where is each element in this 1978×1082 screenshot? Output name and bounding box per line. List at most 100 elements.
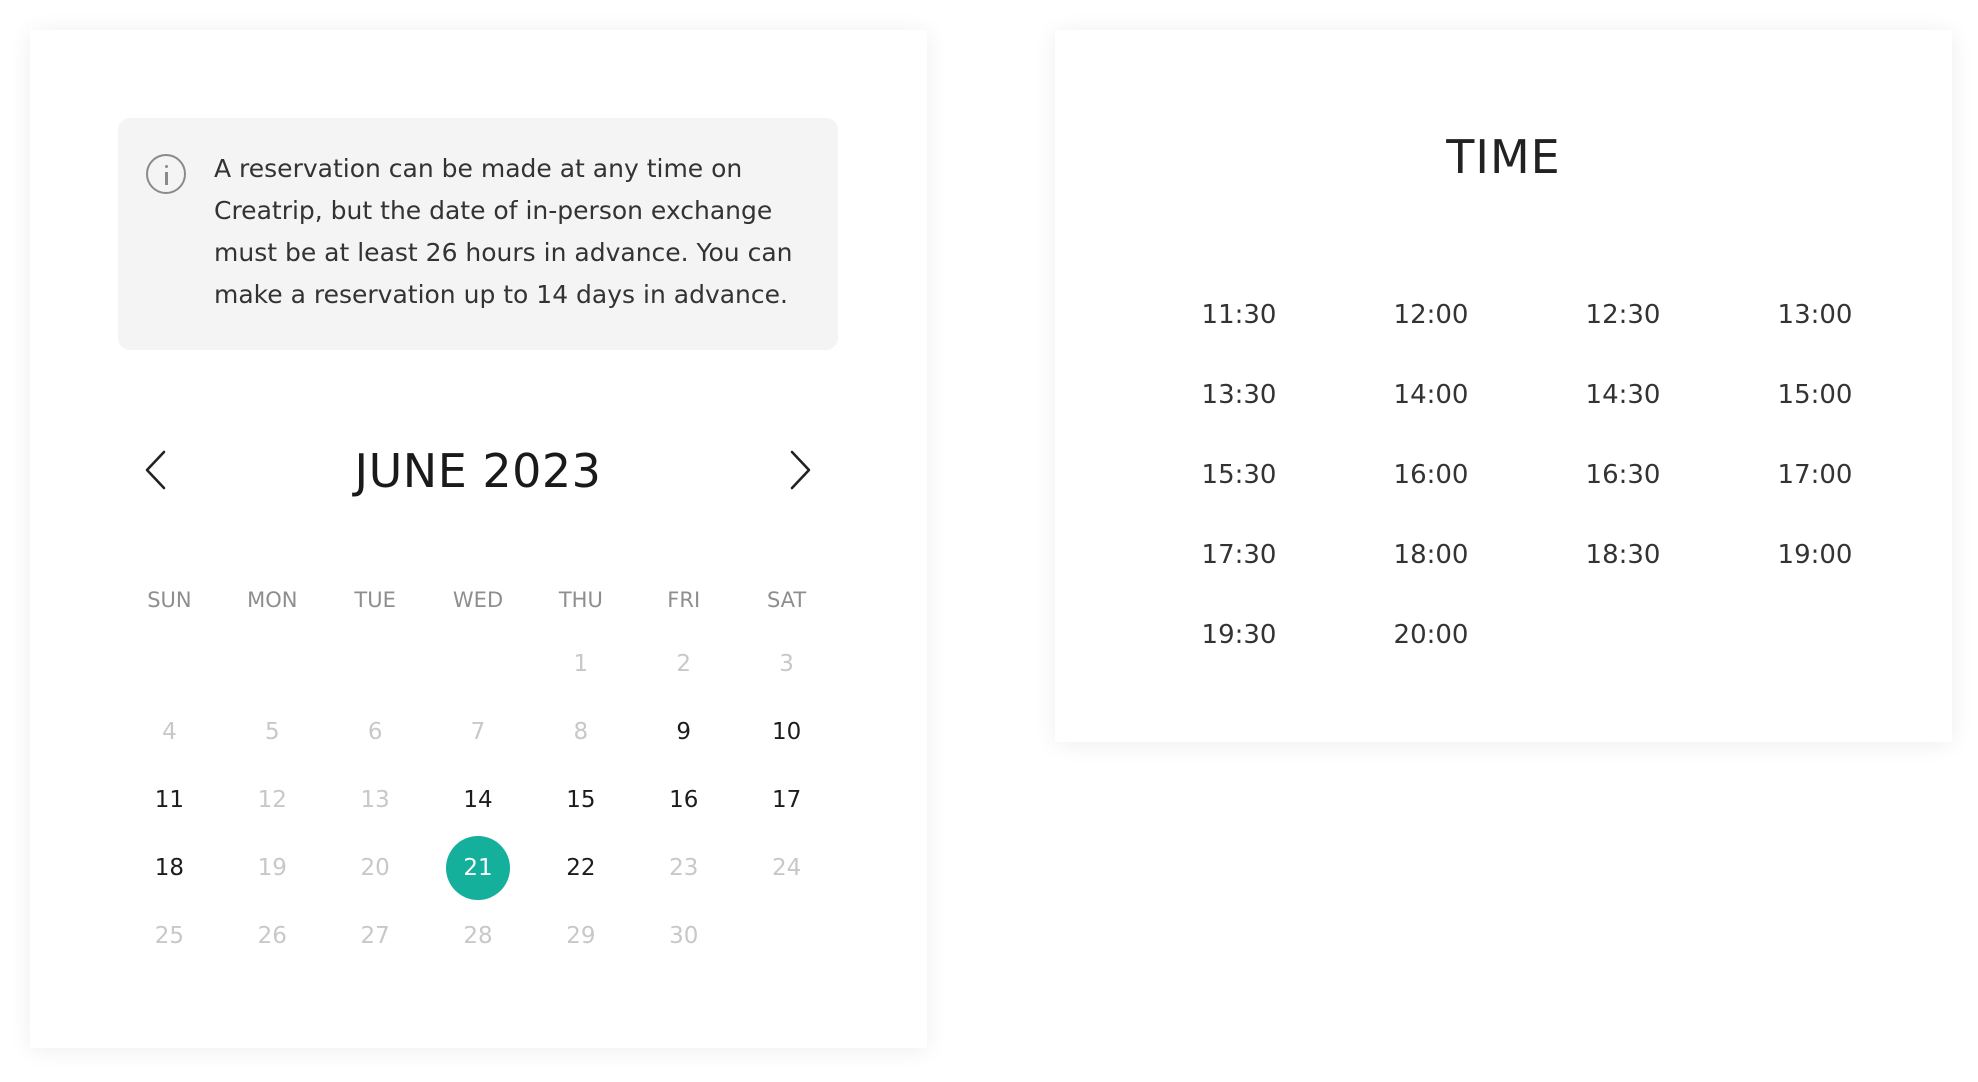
day-6: 6	[324, 698, 427, 766]
day-number: 8	[573, 719, 589, 745]
day-5: 5	[221, 698, 324, 766]
day-15[interactable]: 15	[529, 766, 632, 834]
day-26: 26	[221, 902, 324, 970]
next-month-button[interactable]	[778, 450, 818, 490]
time-slot-1230[interactable]: 12:30	[1527, 275, 1719, 355]
day-number: 21	[446, 836, 510, 900]
time-slot-1400[interactable]: 14:00	[1335, 355, 1527, 435]
day-number: 1	[573, 651, 589, 677]
weekday-sat: SAT	[766, 588, 807, 612]
day-number: 28	[463, 923, 493, 949]
time-slot-1600[interactable]: 16:00	[1335, 435, 1527, 515]
day-number: 17	[771, 787, 802, 813]
day-number: 13	[360, 787, 390, 813]
day-number: 25	[154, 923, 185, 949]
day-number: 30	[669, 923, 699, 949]
time-slot-1330[interactable]: 13:30	[1143, 355, 1335, 435]
time-slot-1700[interactable]: 17:00	[1719, 435, 1911, 515]
day-2: 2	[632, 630, 735, 698]
weekday-wed: WED	[452, 588, 504, 612]
day-number: 19	[257, 855, 287, 881]
day-number: 20	[360, 855, 390, 881]
time-slot-1200[interactable]: 12:00	[1335, 275, 1527, 355]
day-3: 3	[735, 630, 838, 698]
day-10[interactable]: 10	[735, 698, 838, 766]
day-number: 26	[257, 923, 287, 949]
week-row: 1 2 3	[118, 630, 838, 698]
weekday-sun: SUN	[147, 588, 192, 612]
day-22[interactable]: 22	[529, 834, 632, 902]
day-number: 29	[566, 923, 596, 949]
selected-day-21[interactable]: 21	[427, 834, 530, 902]
day-9[interactable]: 9	[632, 698, 735, 766]
day-number: 3	[779, 651, 794, 677]
day-7: 7	[427, 698, 530, 766]
day-23: 23	[632, 834, 735, 902]
day-1: 1	[529, 630, 632, 698]
day-25: 25	[118, 902, 221, 970]
day-number: 7	[470, 719, 486, 745]
day-number: 4	[162, 719, 177, 745]
day-18[interactable]: 18	[118, 834, 221, 902]
time-slot-1930[interactable]: 19:30	[1143, 595, 1335, 675]
empty-day-cell	[735, 902, 838, 970]
chevron-right-icon	[790, 450, 811, 490]
time-card: TIME 11:30 12:00 12:30 13:00 13:30 14:00 14:30…	[1055, 30, 1952, 742]
day-number: 23	[669, 855, 699, 881]
week-row: 18 19 20 21 22 23 24	[118, 834, 838, 902]
month-label: JUNE 2023	[354, 444, 602, 498]
day-20: 20	[324, 834, 427, 902]
day-28: 28	[427, 902, 530, 970]
time-slot-1900[interactable]: 19:00	[1719, 515, 1911, 595]
weekday-mon: MON	[247, 588, 298, 612]
info-icon	[146, 154, 186, 194]
days-grid: 1 2 3 4 5 6 7 8 9 10 11 12 13 14 15 16 17 18 19 20 21 22 23 24 2…	[118, 630, 838, 970]
calendar-card: A reservation can be made at any time on…	[30, 30, 927, 1048]
time-slot-1830[interactable]: 18:30	[1527, 515, 1719, 595]
time-slot-1530[interactable]: 15:30	[1143, 435, 1335, 515]
day-number: 18	[154, 855, 185, 881]
time-slot-1800[interactable]: 18:00	[1335, 515, 1527, 595]
day-16[interactable]: 16	[632, 766, 735, 834]
day-number: 27	[360, 923, 390, 949]
day-27: 27	[324, 902, 427, 970]
time-slot-1130[interactable]: 11:30	[1143, 275, 1335, 355]
day-number: 12	[257, 787, 287, 813]
day-8: 8	[529, 698, 632, 766]
day-4: 4	[118, 698, 221, 766]
week-row: 11 12 13 14 15 16 17	[118, 766, 838, 834]
day-number: 16	[669, 787, 699, 813]
time-slot-grid: 11:30 12:00 12:30 13:00 13:30 14:00 14:30 15:00…	[1143, 275, 1911, 675]
time-slot-1300[interactable]: 13:00	[1719, 275, 1911, 355]
time-slot-1500[interactable]: 15:00	[1719, 355, 1911, 435]
empty-day-cell	[324, 630, 427, 698]
day-24: 24	[735, 834, 838, 902]
weekday-fri: FRI	[667, 588, 701, 612]
day-17[interactable]: 17	[735, 766, 838, 834]
day-19: 19	[221, 834, 324, 902]
time-slot-1630[interactable]: 16:30	[1527, 435, 1719, 515]
day-number: 5	[264, 719, 280, 745]
day-12: 12	[221, 766, 324, 834]
day-number: 9	[676, 719, 692, 745]
day-number: 6	[367, 719, 383, 745]
day-29: 29	[529, 902, 632, 970]
day-number: 11	[154, 787, 185, 813]
day-number: 15	[566, 787, 596, 813]
day-number: 24	[771, 855, 802, 881]
day-14[interactable]: 14	[427, 766, 530, 834]
day-number: 10	[771, 719, 802, 745]
time-slot-2000[interactable]: 20:00	[1335, 595, 1527, 675]
day-number: 22	[566, 855, 596, 881]
time-title: TIME	[1446, 130, 1561, 184]
weekday-header: SUN MON TUE WED THU FRI SAT	[118, 588, 838, 612]
time-slot-1430[interactable]: 14:30	[1527, 355, 1719, 435]
time-slot-1730[interactable]: 17:30	[1143, 515, 1335, 595]
day-30: 30	[632, 902, 735, 970]
month-navigation: JUNE 2023	[118, 430, 838, 510]
empty-day-cell	[118, 630, 221, 698]
week-row: 4 5 6 7 8 9 10	[118, 698, 838, 766]
day-number: 2	[676, 651, 692, 677]
day-11[interactable]: 11	[118, 766, 221, 834]
weekday-tue: TUE	[354, 588, 396, 612]
